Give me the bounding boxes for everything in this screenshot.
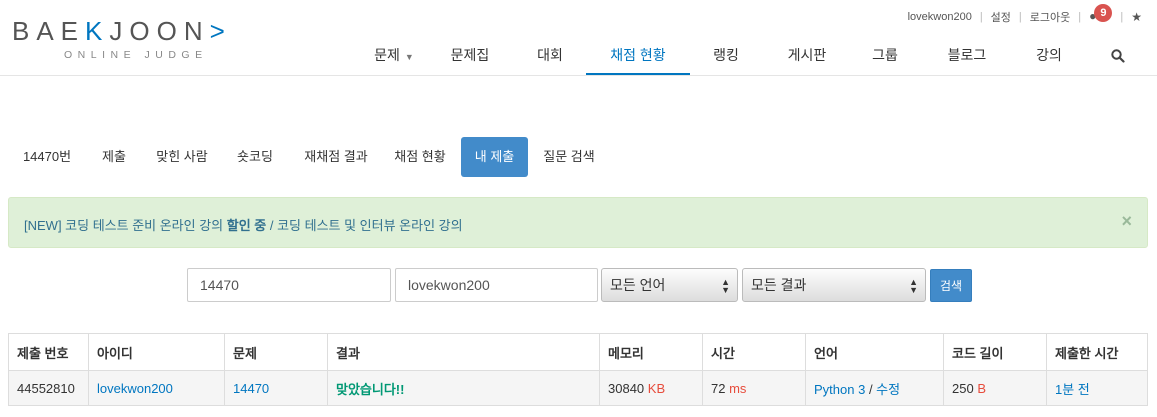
tab-problem-number[interactable]: 14470번 bbox=[8, 137, 86, 177]
select-arrows-icon: ▲ ▼ bbox=[909, 277, 918, 295]
memory-value: 30840 bbox=[608, 380, 645, 396]
column-header: 언어 bbox=[805, 333, 944, 371]
language-link[interactable]: Python 3 bbox=[814, 382, 865, 397]
notification-badge: 9 bbox=[1094, 4, 1113, 22]
divider: | bbox=[979, 11, 983, 23]
tab-question-search[interactable]: 질문 검색 bbox=[536, 137, 602, 177]
tab-my-submissions[interactable]: 내 제출 bbox=[461, 137, 528, 177]
select-arrows-icon: ▲ ▼ bbox=[721, 277, 730, 295]
user-link[interactable]: lovekwon200 bbox=[97, 381, 173, 396]
table-header-row: 제출 번호 아이디 문제 결과 메모리 시간 언어 코드 길이 제출한 시간 bbox=[8, 333, 1148, 371]
user-id-input[interactable]: lovekwon200 bbox=[395, 268, 598, 302]
problem-id-input[interactable]: 14470 bbox=[187, 268, 391, 302]
nav-contest[interactable]: 대회 bbox=[530, 36, 570, 73]
top-header: BAEKJOON> ONLINE JUDGE lovekwon200 | 설정 … bbox=[0, 0, 1157, 76]
nav-group[interactable]: 그룹 bbox=[865, 36, 905, 73]
tab-judge-status[interactable]: 채점 현황 bbox=[388, 137, 452, 177]
memory-cell: 30840 KB bbox=[599, 370, 703, 406]
result-select-value: 모든 결과 bbox=[751, 277, 807, 293]
nav-workbook[interactable]: 문제집 bbox=[443, 36, 497, 73]
settings-link[interactable]: 설정 bbox=[991, 9, 1011, 25]
language-separator: / bbox=[865, 381, 877, 397]
table-row: 44552810 lovekwon200 14470 맞았습니다!! 30840… bbox=[8, 370, 1148, 406]
nav-board[interactable]: 게시판 bbox=[780, 36, 834, 73]
column-header: 메모리 bbox=[599, 333, 703, 371]
language-select[interactable]: 모든 언어 ▲ ▼ bbox=[601, 268, 738, 302]
chevron-down-icon: ▼ bbox=[404, 52, 414, 62]
username-link[interactable]: lovekwon200 bbox=[908, 11, 972, 23]
divider: | bbox=[1018, 11, 1022, 23]
result-status[interactable]: 맞았습니다!! bbox=[336, 382, 404, 397]
star-icon[interactable]: ★ bbox=[1131, 10, 1142, 24]
nav-problems[interactable]: 문제 ▼ bbox=[368, 36, 420, 73]
main-nav: 문제 ▼ 문제집 대회 채점 현황 랭킹 게시판 그룹 블로그 강의 bbox=[0, 36, 1157, 75]
tab-submit[interactable]: 제출 bbox=[94, 137, 134, 177]
edit-link[interactable]: 수정 bbox=[876, 382, 900, 397]
nav-status[interactable]: 채점 현황 bbox=[586, 36, 690, 75]
divider: | bbox=[1078, 11, 1082, 23]
search-icon[interactable] bbox=[1103, 36, 1133, 73]
divider: | bbox=[1120, 11, 1124, 23]
alert-message[interactable]: [NEW] 코딩 테스트 준비 온라인 강의 할인 중 / 코딩 테스트 및 인… bbox=[24, 215, 463, 234]
close-icon[interactable]: × bbox=[1121, 211, 1132, 232]
column-header: 문제 bbox=[224, 333, 328, 371]
language-cell: Python 3 / 수정 bbox=[805, 370, 944, 406]
column-header: 코드 길이 bbox=[943, 333, 1047, 371]
problem-link[interactable]: 14470 bbox=[233, 381, 269, 396]
submission-table: 제출 번호 아이디 문제 결과 메모리 시간 언어 코드 길이 제출한 시간 4… bbox=[8, 333, 1148, 406]
tab-rejudge-results[interactable]: 재채점 결과 bbox=[296, 137, 376, 177]
memory-unit: KB bbox=[647, 380, 666, 396]
result-select[interactable]: 모든 결과 ▲ ▼ bbox=[742, 268, 926, 302]
nav-lecture[interactable]: 강의 bbox=[1029, 36, 1069, 73]
code-length-value: 250 bbox=[952, 380, 974, 396]
nav-ranking[interactable]: 랭킹 bbox=[706, 36, 746, 73]
column-header: 시간 bbox=[702, 333, 806, 371]
language-select-value: 모든 언어 bbox=[610, 277, 666, 293]
column-header: 아이디 bbox=[88, 333, 225, 371]
nav-blog[interactable]: 블로그 bbox=[940, 36, 994, 73]
logout-link[interactable]: 로그아웃 bbox=[1030, 9, 1070, 25]
column-header: 결과 bbox=[327, 333, 600, 371]
tab-short-coding[interactable]: 숏코딩 bbox=[229, 137, 281, 177]
search-button[interactable]: 검색 bbox=[930, 269, 972, 302]
code-length-cell: 250 B bbox=[943, 370, 1047, 406]
time-cell: 72 ms bbox=[702, 370, 806, 406]
code-length-unit: B bbox=[977, 380, 986, 396]
notification-button[interactable]: ● 9 bbox=[1089, 4, 1113, 26]
tab-accepted-users[interactable]: 맞힌 사람 bbox=[148, 137, 216, 177]
time-unit: ms bbox=[729, 380, 747, 396]
submission-id: 44552810 bbox=[8, 370, 89, 406]
promo-alert: [NEW] 코딩 테스트 준비 온라인 강의 할인 중 / 코딩 테스트 및 인… bbox=[8, 197, 1148, 248]
time-value: 72 bbox=[711, 380, 726, 396]
submitted-time-link[interactable]: 1분 전 bbox=[1055, 382, 1090, 397]
user-bar: lovekwon200 | 설정 | 로그아웃 | ● 9 | ★ bbox=[908, 4, 1142, 26]
column-header: 제출한 시간 bbox=[1046, 333, 1148, 371]
column-header: 제출 번호 bbox=[8, 333, 89, 371]
